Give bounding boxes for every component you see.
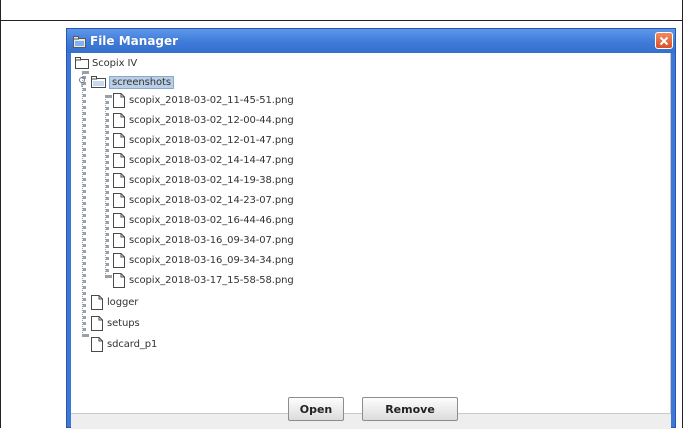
root-folder-icon — [75, 57, 89, 69]
file-icon — [113, 252, 125, 268]
file-manager-window: File Manager Scopix IV screenshots scopi… — [66, 28, 676, 429]
app-folder-icon — [73, 35, 86, 48]
tree-item-sdcard[interactable]: sdcard_p1 — [91, 335, 157, 353]
close-icon — [659, 36, 669, 45]
file-row[interactable]: scopix_2018-03-17_15-58-58.png — [113, 271, 294, 289]
item-label: sdcard_p1 — [107, 338, 158, 350]
root-label: Scopix IV — [92, 57, 138, 69]
file-icon — [113, 152, 125, 168]
file-label: scopix_2018-03-02_12-01-47.png — [129, 134, 294, 146]
file-label: scopix_2018-03-02_12-00-44.png — [129, 114, 294, 126]
file-icon — [113, 272, 125, 288]
file-icon — [113, 212, 125, 228]
tree-connector — [105, 95, 109, 278]
file-icon — [91, 294, 103, 310]
file-icon — [113, 92, 125, 108]
close-button[interactable] — [655, 32, 673, 49]
tree-item-logger[interactable]: logger — [91, 293, 138, 311]
file-row[interactable]: scopix_2018-03-02_16-44-46.png — [113, 211, 294, 229]
folder-label: screenshots — [109, 75, 174, 89]
tree-root[interactable]: Scopix IV — [75, 54, 137, 72]
file-label: scopix_2018-03-17_15-58-58.png — [129, 274, 294, 286]
window-title: File Manager — [90, 34, 179, 48]
title-bar[interactable]: File Manager — [67, 29, 675, 53]
file-label: scopix_2018-03-02_14-19-38.png — [129, 174, 294, 186]
file-icon — [113, 232, 125, 248]
expanded-handle-icon[interactable] — [78, 77, 86, 87]
remove-button[interactable]: Remove — [362, 397, 458, 421]
file-label: scopix_2018-03-16_09-34-34.png — [129, 254, 294, 266]
file-row[interactable]: scopix_2018-03-02_12-01-47.png — [113, 131, 294, 149]
file-row[interactable]: scopix_2018-03-16_09-34-34.png — [113, 251, 294, 269]
file-label: scopix_2018-03-02_16-44-46.png — [129, 214, 294, 226]
file-label: scopix_2018-03-02_11-45-51.png — [129, 94, 294, 106]
tree-item-setups[interactable]: setups — [91, 314, 140, 332]
page-header-strip — [0, 0, 683, 21]
file-row[interactable]: scopix_2018-03-16_09-34-07.png — [113, 231, 294, 249]
file-icon — [91, 336, 103, 352]
file-label: scopix_2018-03-16_09-34-07.png — [129, 234, 294, 246]
item-label: setups — [107, 317, 140, 329]
file-icon — [113, 112, 125, 128]
file-row[interactable]: scopix_2018-03-02_14-23-07.png — [113, 191, 294, 209]
file-icon — [113, 192, 125, 208]
tree-connector — [82, 71, 86, 337]
file-icon — [113, 172, 125, 188]
file-row[interactable]: scopix_2018-03-02_14-19-38.png — [113, 171, 294, 189]
file-icon — [91, 315, 103, 331]
open-folder-icon — [91, 76, 106, 88]
file-label: scopix_2018-03-02_14-23-07.png — [129, 194, 294, 206]
file-icon — [113, 132, 125, 148]
tree-folder-screenshots[interactable]: screenshots — [78, 73, 174, 91]
file-row[interactable]: scopix_2018-03-02_11-45-51.png — [113, 91, 294, 109]
file-label: scopix_2018-03-02_14-14-47.png — [129, 154, 294, 166]
file-row[interactable]: scopix_2018-03-02_14-14-47.png — [113, 151, 294, 169]
file-row[interactable]: scopix_2018-03-02_12-00-44.png — [113, 111, 294, 129]
item-label: logger — [107, 296, 139, 308]
open-button[interactable]: Open — [288, 397, 344, 421]
file-tree: Scopix IV screenshots scopix_2018-03-02_… — [71, 53, 671, 413]
